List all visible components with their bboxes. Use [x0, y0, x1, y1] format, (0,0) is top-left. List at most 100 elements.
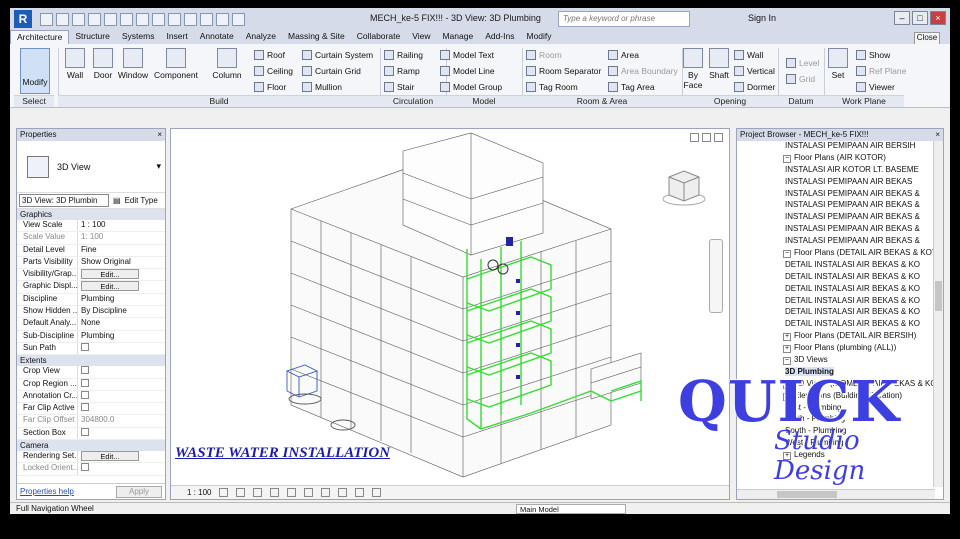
tab-add-ins[interactable]: Add-Ins: [479, 30, 520, 44]
section-camera[interactable]: Camera: [17, 440, 165, 452]
browser-view-node[interactable]: INSTALASI PEMIPAAN AIR BEKAS &: [737, 236, 935, 248]
thin-lines-icon[interactable]: [200, 12, 213, 26]
property-row[interactable]: Detail Level Fine: [17, 244, 165, 257]
section-extents[interactable]: Extents: [17, 355, 165, 367]
view-instance-select[interactable]: 3D View: 3D Plumbin: [19, 194, 109, 207]
set-workplane-button[interactable]: Set: [826, 48, 850, 80]
open-icon[interactable]: [40, 12, 53, 26]
select-dropdown[interactable]: Select: [14, 95, 54, 107]
property-value[interactable]: [77, 463, 165, 475]
collapse-icon[interactable]: −: [783, 357, 791, 366]
modify-button[interactable]: Modify: [20, 48, 50, 94]
ramp-button[interactable]: Ramp: [384, 66, 420, 76]
show-crop-icon[interactable]: [338, 488, 348, 497]
property-value[interactable]: Edit...: [77, 281, 165, 293]
property-value[interactable]: [77, 403, 165, 415]
drawing-area-3d-plumbing[interactable]: WASTE WATER INSTALLATION 1 : 100: [170, 128, 730, 500]
property-value[interactable]: [77, 366, 165, 378]
shaft-button[interactable]: Shaft: [706, 48, 732, 80]
browser-view-node[interactable]: DETAIL INSTALASI AIR BEKAS & KO: [737, 260, 935, 272]
property-row[interactable]: Annotation Cr...: [17, 390, 165, 404]
property-row[interactable]: Scale Value 1: 100: [17, 232, 165, 245]
close-icon[interactable]: ×: [157, 130, 162, 140]
browser-view-node[interactable]: DETAIL INSTALASI AIR BEKAS & KO: [737, 272, 935, 284]
grid-button[interactable]: Grid: [786, 74, 815, 84]
property-value[interactable]: Edit...: [77, 269, 165, 281]
section-graphics[interactable]: Graphics: [17, 209, 165, 220]
property-row[interactable]: Visibility/Grap... Edit...: [17, 269, 165, 282]
property-value[interactable]: Fine: [77, 244, 165, 256]
text-icon[interactable]: [152, 12, 165, 26]
sign-in-link[interactable]: Sign In: [748, 13, 776, 23]
vertical-opening-button[interactable]: Vertical: [734, 66, 775, 76]
redo-icon[interactable]: [104, 12, 117, 26]
floor-button[interactable]: Floor: [254, 82, 286, 92]
tab-analyze[interactable]: Analyze: [240, 30, 282, 44]
detail-level-icon[interactable]: [219, 488, 229, 497]
property-row[interactable]: Parts Visibility Show Original: [17, 256, 165, 270]
wall-opening-button[interactable]: Wall: [734, 50, 763, 60]
render-icon[interactable]: [287, 488, 297, 497]
horizontal-scrollbar[interactable]: [737, 489, 935, 499]
tab-manage[interactable]: Manage: [436, 30, 479, 44]
close-hidden-icon[interactable]: [216, 12, 229, 26]
checkbox[interactable]: [81, 427, 89, 436]
temporary-hide-icon[interactable]: [355, 488, 365, 497]
apply-button[interactable]: Apply: [116, 485, 162, 498]
tab-collaborate[interactable]: Collaborate: [351, 30, 406, 44]
expand-icon[interactable]: +: [783, 333, 791, 342]
edit-type-button[interactable]: Edit Type: [125, 196, 158, 205]
property-row[interactable]: Default Analy... None: [17, 318, 165, 331]
checkbox[interactable]: [81, 390, 89, 399]
roof-button[interactable]: Roof: [254, 50, 285, 60]
property-row[interactable]: Show Hidden ... By Discipline: [17, 306, 165, 319]
area-boundary-button[interactable]: Area Boundary: [608, 66, 678, 76]
property-row[interactable]: Crop View: [17, 366, 165, 379]
column-button[interactable]: Column: [210, 48, 244, 80]
navigation-bar[interactable]: [709, 239, 723, 313]
type-selector[interactable]: 3D View ▾: [17, 141, 165, 193]
expand-icon[interactable]: +: [783, 345, 791, 354]
level-button[interactable]: Level: [786, 58, 819, 68]
browser-view-node[interactable]: INSTALASI PEMIPAAN AIR BEKAS &: [737, 200, 935, 212]
browser-view-node[interactable]: INSTALASI PEMIPAAN AIR BEKAS &: [737, 224, 935, 236]
component-button[interactable]: Component: [152, 48, 200, 80]
browser-view-node[interactable]: INSTALASI PEMIPAAN AIR BERSIH: [737, 141, 935, 153]
property-value[interactable]: By Discipline: [77, 306, 165, 318]
property-value[interactable]: None: [77, 318, 165, 330]
section-icon[interactable]: [184, 12, 197, 26]
close-icon[interactable]: ×: [930, 11, 946, 25]
collapse-icon[interactable]: −: [783, 154, 791, 163]
property-value[interactable]: 1 : 100: [77, 220, 165, 232]
browser-view-node[interactable]: DETAIL INSTALASI AIR BEKAS & KO: [737, 284, 935, 296]
shadows-icon[interactable]: [270, 488, 280, 497]
visual-style-icon[interactable]: [236, 488, 246, 497]
undo-icon[interactable]: [88, 12, 101, 26]
by-face-button[interactable]: By Face: [680, 48, 706, 90]
browser-group-node[interactable]: + Floor Plans (DETAIL AIR BERSIH): [737, 331, 935, 343]
print-icon[interactable]: [120, 12, 133, 26]
stair-button[interactable]: Stair: [384, 82, 414, 92]
browser-view-node[interactable]: INSTALASI PEMIPAAN AIR BEKAS &: [737, 212, 935, 224]
property-row[interactable]: Discipline Plumbing: [17, 293, 165, 307]
tab-modify[interactable]: Modify: [520, 30, 557, 44]
property-row[interactable]: Far Clip Offset 304800.0: [17, 415, 165, 428]
curtain-system-button[interactable]: Curtain System: [302, 50, 373, 60]
window-button[interactable]: Window: [116, 48, 150, 80]
active-model-select[interactable]: Main Model: [516, 504, 626, 514]
ref-plane-button[interactable]: Ref Plane: [856, 66, 906, 76]
browser-view-node[interactable]: DETAIL INSTALASI AIR BEKAS & KO: [737, 296, 935, 308]
room-button[interactable]: Room: [526, 50, 562, 60]
tab-structure[interactable]: Structure: [69, 30, 116, 44]
tab-insert[interactable]: Insert: [160, 30, 193, 44]
wall-button[interactable]: Wall: [62, 48, 88, 80]
dormer-button[interactable]: Dormer: [734, 82, 775, 92]
checkbox[interactable]: [81, 366, 89, 375]
property-row[interactable]: Rendering Set... Edit...: [17, 451, 165, 464]
tag-area-button[interactable]: Tag Area: [608, 82, 655, 92]
browser-view-node[interactable]: DETAIL INSTALASI AIR BEKAS & KO: [737, 319, 935, 331]
edit-button[interactable]: Edit...: [81, 269, 139, 280]
property-value[interactable]: [77, 390, 165, 403]
model-text-button[interactable]: Model Text: [440, 50, 494, 60]
property-row[interactable]: Graphic Displ... Edit...: [17, 281, 165, 294]
